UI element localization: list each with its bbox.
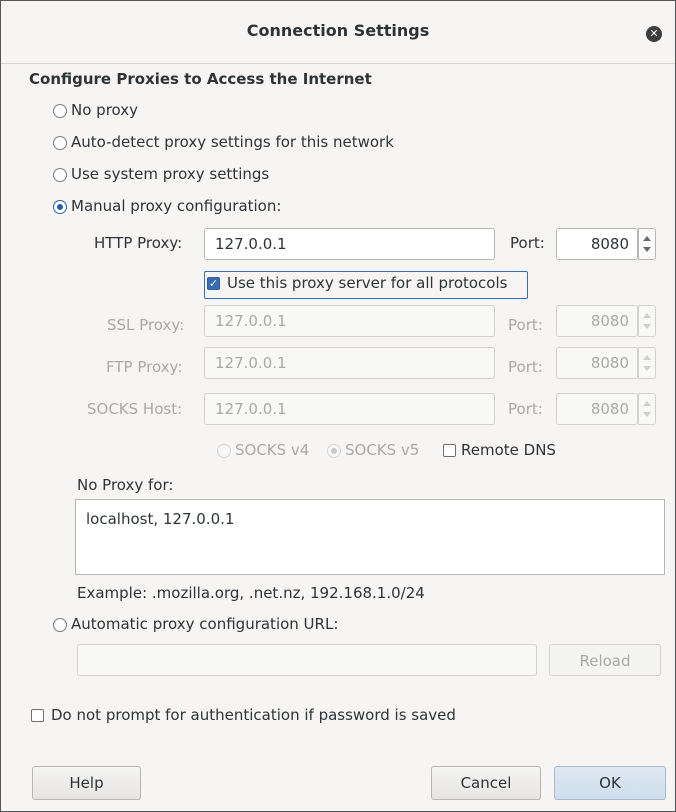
spinner-up-icon[interactable] (643, 313, 651, 318)
radio-socks-v4-label[interactable]: SOCKS v4 (235, 441, 309, 459)
use-for-all-label[interactable]: Use this proxy server for all protocols (227, 274, 507, 292)
spinner-down-icon[interactable] (643, 247, 651, 252)
spinner-up-icon[interactable] (643, 401, 651, 406)
ftp-port-label: Port: (508, 358, 543, 376)
radio-manual-proxy[interactable] (53, 200, 67, 214)
radio-manual-proxy-label[interactable]: Manual proxy configuration: (71, 197, 281, 215)
radio-auto-detect[interactable] (53, 136, 67, 150)
http-port-label: Port: (510, 234, 545, 252)
dialog-title: Connection Settings (246, 21, 430, 40)
radio-socks-v5[interactable] (327, 444, 341, 458)
help-button[interactable]: Help (32, 766, 141, 800)
ssl-port-spinner[interactable] (638, 305, 656, 337)
ssl-port-label: Port: (508, 316, 543, 334)
socks-host-input[interactable]: 127.0.0.1 (204, 393, 495, 425)
spinner-down-icon[interactable] (643, 412, 651, 417)
socks-host-label: SOCKS Host: (87, 400, 183, 418)
close-icon[interactable]: ✕ (646, 26, 662, 42)
radio-no-proxy[interactable] (53, 104, 67, 118)
radio-no-proxy-label[interactable]: No proxy (71, 101, 138, 119)
radio-socks-v4[interactable] (217, 444, 231, 458)
spinner-down-icon[interactable] (643, 366, 651, 371)
auth-prompt-checkbox[interactable] (31, 709, 44, 722)
ftp-port-spinner[interactable] (638, 347, 656, 379)
auth-prompt-label[interactable]: Do not prompt for authentication if pass… (51, 706, 456, 724)
http-proxy-label: HTTP Proxy: (94, 234, 183, 252)
remote-dns-label[interactable]: Remote DNS (461, 441, 556, 459)
spinner-down-icon[interactable] (643, 324, 651, 329)
radio-system-proxy-label[interactable]: Use system proxy settings (71, 165, 269, 183)
reload-button[interactable]: Reload (549, 644, 661, 676)
socks-port-label: Port: (508, 400, 543, 418)
ssl-proxy-input[interactable]: 127.0.0.1 (204, 305, 495, 337)
ssl-port-input[interactable]: 8080 (556, 305, 638, 337)
ok-button[interactable]: OK (554, 766, 666, 800)
spinner-up-icon[interactable] (643, 355, 651, 360)
radio-system-proxy[interactable] (53, 168, 67, 182)
http-port-spinner[interactable] (638, 228, 656, 260)
http-port-input[interactable]: 8080 (556, 228, 638, 260)
radio-auto-detect-label[interactable]: Auto-detect proxy settings for this netw… (71, 133, 394, 151)
title-bar: Connection Settings ✕ (1, 1, 675, 64)
ftp-port-input[interactable]: 8080 (556, 347, 638, 379)
no-proxy-example: Example: .mozilla.org, .net.nz, 192.168.… (77, 584, 425, 602)
socks-port-spinner[interactable] (638, 393, 656, 425)
ftp-proxy-input[interactable]: 127.0.0.1 (204, 347, 495, 379)
socks-port-input[interactable]: 8080 (556, 393, 638, 425)
use-for-all-checkbox[interactable]: ✓ (207, 277, 220, 290)
http-proxy-input[interactable]: 127.0.0.1 (204, 228, 495, 260)
ftp-proxy-label: FTP Proxy: (106, 358, 183, 376)
connection-settings-dialog: Connection Settings ✕ Configure Proxies … (0, 0, 676, 812)
remote-dns-checkbox[interactable] (443, 444, 456, 457)
radio-socks-v5-label[interactable]: SOCKS v5 (345, 441, 419, 459)
spinner-up-icon[interactable] (643, 236, 651, 241)
auto-proxy-url-input[interactable] (77, 644, 537, 676)
ssl-proxy-label: SSL Proxy: (107, 316, 185, 334)
section-title: Configure Proxies to Access the Internet (29, 70, 372, 88)
cancel-button[interactable]: Cancel (431, 766, 541, 800)
radio-auto-proxy-url-label[interactable]: Automatic proxy configuration URL: (71, 615, 338, 633)
no-proxy-for-label: No Proxy for: (77, 476, 174, 494)
no-proxy-textarea[interactable]: localhost, 127.0.0.1 (75, 499, 665, 575)
radio-auto-proxy-url[interactable] (53, 618, 67, 632)
